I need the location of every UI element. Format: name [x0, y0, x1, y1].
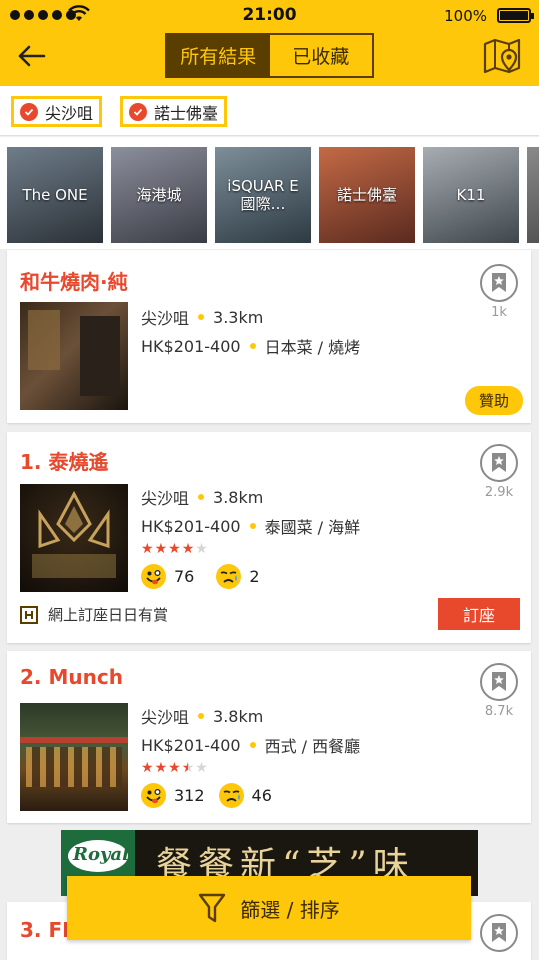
smile-count: 76 [174, 567, 195, 586]
star-icon: ★ [168, 760, 181, 776]
restaurant-card[interactable]: 1. 泰燒遙 尖沙咀 3.8km HK$201-400 泰國菜 / 海鮮 ★ ★ ★ ★ ★… [7, 432, 531, 643]
bookmark-button[interactable] [480, 444, 518, 482]
restaurant-photo[interactable] [20, 703, 128, 811]
cuisine: 西式 / 西餐廳 [264, 737, 361, 756]
filter-tag-label: 尖沙咀 [45, 103, 94, 123]
bookmark-icon [492, 923, 506, 942]
checkmark-icon [129, 102, 147, 121]
filter-sort-label: 篩選 / 排序 [240, 897, 340, 922]
star-rating: ★ ★ ★ ★ ★ [141, 542, 208, 556]
price-line: HK$201-400 日本菜 / 燒烤 [141, 334, 360, 358]
bookmark-icon [492, 672, 506, 691]
map-icon[interactable] [482, 36, 522, 76]
filter-tag[interactable]: 尖沙咀 [11, 96, 103, 127]
price-range: HK$201-400 [141, 336, 241, 356]
smile-face-icon [141, 564, 166, 589]
price-line: HK$201-400 西式 / 西餐廳 [141, 733, 360, 757]
star-icon: ★ [195, 541, 208, 557]
distance: 3.3km [213, 307, 264, 327]
location-card[interactable]: K11 [423, 147, 519, 243]
cry-count: 46 [251, 786, 272, 805]
location-name: K11 [456, 186, 486, 204]
star-icon: ★ [181, 541, 195, 557]
battery-icon [497, 8, 534, 23]
bookmark-count: 1k [491, 305, 507, 320]
location-line: 尖沙咀 3.8km [141, 485, 263, 509]
reaction-counts: 312 46 [141, 783, 272, 808]
location-line: 尖沙咀 3.3km [141, 305, 263, 329]
book-button[interactable]: 訂座 [438, 598, 520, 630]
active-filters: 尖沙咀 諾士佛臺 [0, 86, 539, 136]
booking-promo: 網上訂座日日有賞 [20, 604, 168, 625]
smile-face-icon [141, 783, 166, 808]
restaurant-card[interactable]: 2. Munch 尖沙咀 3.8km HK$201-400 西式 / 西餐廳 ★ ★ ★… [7, 651, 531, 823]
back-arrow-icon[interactable] [14, 38, 50, 74]
ad-brand: Royal [73, 844, 129, 865]
price-range: HK$201-400 [141, 735, 241, 755]
tab-all-results[interactable]: 所有結果 [167, 35, 270, 76]
cuisine: 泰國菜 / 海鮮 [264, 518, 361, 537]
district: 尖沙咀 [141, 708, 190, 727]
promo-text: 網上訂座日日有賞 [48, 606, 169, 624]
cuisine: 日本菜 / 燒烤 [264, 338, 361, 357]
half-star-icon: ★ [181, 760, 195, 776]
district: 尖沙咀 [141, 489, 190, 508]
filter-tag-label: 諾士佛臺 [154, 103, 219, 123]
bookmark-button[interactable] [480, 663, 518, 701]
location-name: iSQUAR E 國際… [227, 177, 299, 213]
header-bar: 21:00 100% 所有結果 已收藏 [0, 0, 539, 86]
location-carousel: The ONE 海港城 iSQUAR E 國際… 諾士佛臺 K11 [0, 137, 539, 249]
booking-icon [20, 605, 38, 624]
price-line: HK$201-400 泰國菜 / 海鮮 [141, 514, 360, 538]
location-line: 尖沙咀 3.8km [141, 704, 263, 728]
star-icon: ★ [195, 760, 208, 776]
distance: 3.8km [213, 487, 264, 507]
status-bar: 21:00 100% [0, 0, 539, 30]
location-name: The ONE [22, 186, 88, 204]
location-card[interactable]: 海港城 [111, 147, 207, 243]
cry-face-icon [216, 564, 242, 589]
star-icon: ★ [154, 760, 168, 776]
restaurant-photo[interactable] [20, 484, 128, 592]
cry-face-icon [218, 783, 244, 808]
district: 尖沙咀 [141, 309, 190, 328]
restaurant-title[interactable]: 1. 泰燒遙 [20, 446, 108, 475]
battery-percent: 100% [444, 7, 487, 25]
price-range: HK$201-400 [141, 516, 241, 536]
smile-count: 312 [174, 786, 205, 805]
location-name: 諾士佛臺 [336, 186, 397, 204]
funnel-icon [199, 893, 226, 923]
filter-tag[interactable]: 諾士佛臺 [120, 96, 228, 127]
location-card[interactable]: 諾士佛臺 [319, 147, 415, 243]
star-icon: ★ [168, 541, 181, 557]
restaurant-photo[interactable] [20, 302, 128, 410]
bookmark-button[interactable] [480, 914, 518, 952]
restaurant-title[interactable]: 和牛燒肉·純 [20, 266, 128, 295]
checkmark-icon [20, 102, 38, 121]
restaurant-title[interactable]: 2. Munch [20, 665, 123, 689]
cry-count: 2 [249, 567, 260, 586]
reaction-counts: 76 2 [141, 564, 260, 589]
tab-saved[interactable]: 已收藏 [270, 35, 373, 76]
sponsored-badge: 贊助 [464, 386, 523, 415]
star-icon: ★ [141, 541, 154, 557]
result-tabs: 所有結果 已收藏 [165, 33, 374, 78]
location-name: 海港城 [136, 186, 182, 204]
filter-sort-button[interactable]: 篩選 / 排序 [67, 876, 471, 940]
bookmark-count: 8.7k [484, 704, 514, 719]
sponsored-restaurant-card[interactable]: 和牛燒肉·純 尖沙咀 3.3km HK$201-400 日本菜 / 燒烤 1k 贊助 [7, 250, 531, 423]
bookmark-icon [492, 453, 506, 472]
location-card[interactable] [527, 147, 539, 243]
location-card[interactable]: iSQUAR E 國際… [215, 147, 311, 243]
bookmark-count: 2.9k [484, 485, 514, 500]
star-rating: ★ ★ ★ ★ ★ [141, 761, 208, 775]
star-icon: ★ [154, 541, 168, 557]
location-card[interactable]: The ONE [7, 147, 103, 243]
star-icon: ★ [141, 760, 154, 776]
bookmark-button[interactable] [480, 264, 518, 302]
distance: 3.8km [213, 706, 264, 726]
bookmark-icon [492, 273, 506, 292]
restaurant-title[interactable]: 3. FI [20, 918, 70, 942]
